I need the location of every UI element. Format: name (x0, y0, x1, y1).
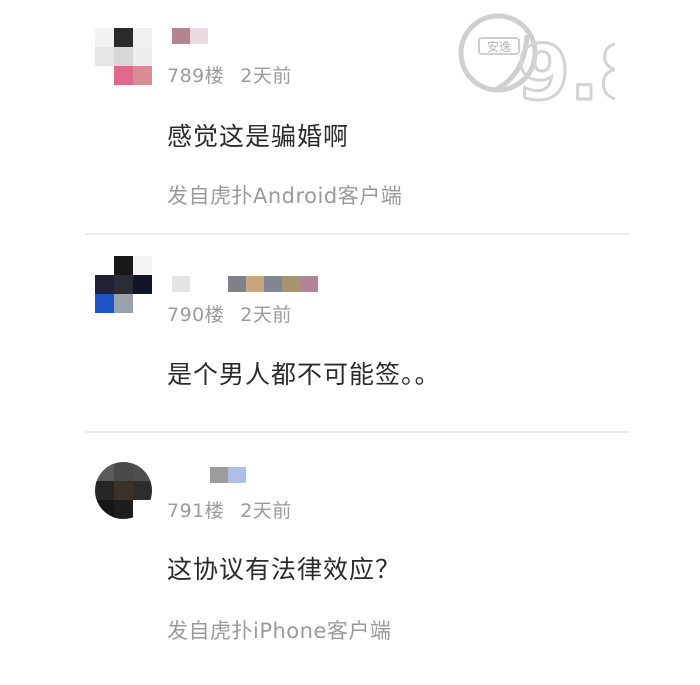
comment-meta: 791楼 2天前 (167, 496, 292, 523)
comment-item: 789楼 2天前 感觉这是骗婚啊 发自虎扑Android客户端 (0, 0, 700, 235)
post-time: 2天前 (240, 65, 292, 87)
floor-number: 791楼 (167, 500, 225, 522)
username[interactable] (172, 28, 208, 44)
comment-text: 是个男人都不可能签。。 (167, 360, 441, 389)
comment-text: 这协议有法律效应？ (167, 555, 402, 584)
username[interactable] (210, 467, 246, 483)
comment-meta: 790楼 2天前 (167, 300, 292, 327)
post-time: 2天前 (240, 304, 292, 326)
avatar[interactable] (95, 462, 152, 519)
comment-text: 感觉这是骗婚啊 (167, 122, 350, 151)
avatar[interactable] (95, 256, 152, 313)
floor-number: 790楼 (167, 304, 225, 326)
username[interactable] (172, 276, 318, 292)
comment-item: 790楼 2天前 是个男人都不可能签。。 (0, 235, 700, 432)
post-source: 发自虎扑iPhone客户端 (167, 619, 392, 643)
floor-number: 789楼 (167, 65, 225, 87)
comment-meta: 789楼 2天前 (167, 61, 292, 88)
post-source: 发自虎扑Android客户端 (167, 184, 403, 208)
avatar[interactable] (95, 28, 152, 85)
comment-item: 791楼 2天前 这协议有法律效应？ 发自虎扑iPhone客户端 (0, 432, 700, 685)
post-time: 2天前 (240, 500, 292, 522)
